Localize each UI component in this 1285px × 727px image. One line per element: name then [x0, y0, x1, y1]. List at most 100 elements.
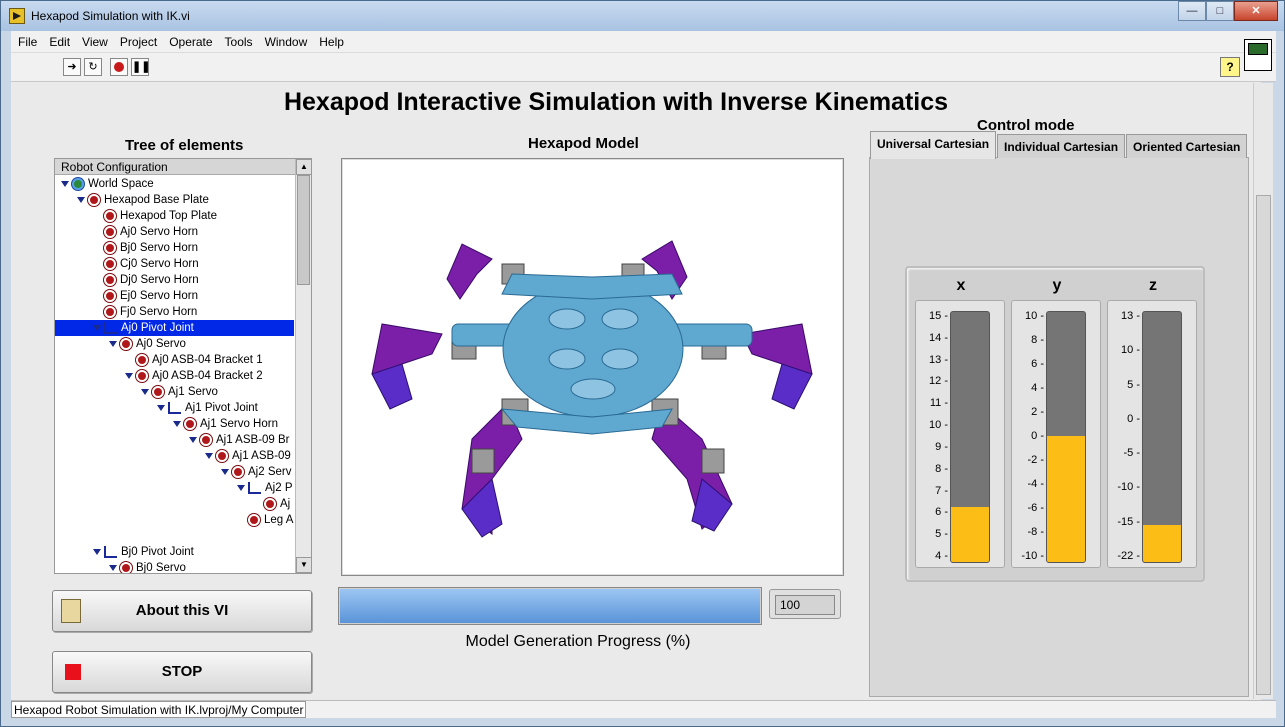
expand-triangle-icon[interactable]: [77, 196, 85, 203]
tree-row[interactable]: Aj0 Pivot Joint: [55, 320, 294, 336]
expand-triangle-icon[interactable]: [221, 468, 229, 475]
menu-file[interactable]: File: [11, 31, 42, 49]
tree-row[interactable]: Hexapod Base Plate: [55, 192, 294, 208]
tree-row-label: Aj2 P: [265, 482, 293, 494]
tab-oriented-cartesian[interactable]: Oriented Cartesian: [1126, 134, 1248, 158]
tree-scrollbar[interactable]: ▲ ▼: [295, 159, 311, 573]
menu-tools[interactable]: Tools: [218, 31, 258, 49]
tree-row[interactable]: Aj0 Servo: [55, 336, 294, 352]
tree-row[interactable]: Fj0 Servo Horn: [55, 304, 294, 320]
title-bar[interactable]: Hexapod Simulation with IK.vi — □ ✕: [1, 1, 1284, 31]
tree-row-label: Aj1 Pivot Joint: [185, 402, 258, 414]
hexapod-3d-model[interactable]: [341, 158, 844, 576]
tree-row[interactable]: Bj0 Servo Horn: [55, 240, 294, 256]
about-button[interactable]: About this VI: [52, 590, 312, 632]
tree-row-label: Hexapod Top Plate: [120, 210, 217, 222]
tree-row[interactable]: Aj: [55, 496, 294, 512]
menu-operate[interactable]: Operate: [162, 31, 217, 49]
tab-universal-cartesian[interactable]: Universal Cartesian: [870, 131, 997, 159]
expand-triangle-icon[interactable]: [125, 372, 133, 379]
close-button[interactable]: ✕: [1234, 1, 1278, 21]
body-node-icon: [136, 369, 148, 382]
model-label: Hexapod Model: [528, 135, 639, 152]
tree-row[interactable]: Aj2 P: [55, 480, 294, 496]
expand-triangle-icon[interactable]: [93, 548, 101, 555]
maximize-button[interactable]: □: [1206, 1, 1234, 21]
expand-triangle-icon[interactable]: [109, 564, 117, 571]
tree-row[interactable]: World Space: [55, 176, 294, 192]
tree-row[interactable]: Aj1 ASB-09 Br: [55, 432, 294, 448]
tree-row[interactable]: Aj0 ASB-04 Bracket 1: [55, 352, 294, 368]
run-continuously-icon[interactable]: ↻: [84, 58, 102, 76]
tree-row[interactable]: Aj1 Servo Horn: [55, 416, 294, 432]
gauge-tick: -5 -: [1123, 447, 1141, 460]
panel-scroll-thumb[interactable]: [1256, 195, 1271, 695]
scroll-down-icon[interactable]: ▼: [296, 557, 311, 573]
expand-triangle-icon[interactable]: [141, 388, 149, 395]
stop-button-label: STOP: [161, 663, 203, 680]
clipboard-icon: [61, 599, 81, 623]
run-arrow-icon[interactable]: ➜: [63, 58, 81, 76]
gauge-tick: 10 -: [1025, 310, 1044, 322]
tree-row-label: Bj0 Servo: [136, 562, 186, 574]
gauge-x: x 15 - 14 - 13 - 12 - 11 - 10 - 9 - 8 - 7 - 6 - 5 -…: [915, 277, 1005, 568]
robot-tree[interactable]: Robot Configuration World Space Hexapod B…: [54, 158, 312, 574]
stop-button[interactable]: STOP: [52, 651, 312, 693]
expand-triangle-icon[interactable]: [205, 452, 213, 459]
expand-triangle-icon[interactable]: [189, 436, 197, 443]
body-node-icon: [88, 193, 100, 206]
gauge-tick: 10 -: [929, 419, 948, 432]
gauge-tick: 13 -: [1121, 310, 1140, 322]
body-node-icon: [184, 417, 196, 430]
menu-project[interactable]: Project: [113, 31, 162, 49]
tree-row[interactable]: Aj0 Servo Horn: [55, 224, 294, 240]
gauge-tick: 12 -: [929, 375, 948, 388]
gauge-fill: [1143, 524, 1181, 562]
tree-row[interactable]: Hexapod Top Plate: [55, 208, 294, 224]
menu-bar: File Edit View Project Operate Tools Window Hel…: [11, 31, 1276, 53]
tree-row-label: Aj0 Servo Horn: [120, 226, 198, 238]
tree-row-label: Bj0 Servo Horn: [120, 242, 198, 254]
scroll-up-icon[interactable]: ▲: [296, 159, 311, 175]
tree-scroll-thumb[interactable]: [297, 175, 310, 285]
progress-value: 100: [775, 595, 835, 615]
gauge-tick: 10 -: [1121, 344, 1140, 357]
tree-row[interactable]: Aj1 Servo: [55, 384, 294, 400]
tree-row[interactable]: Leg A: [55, 512, 294, 528]
tree-row-label: Bj0 Pivot Joint: [121, 546, 194, 558]
tree-row[interactable]: Cj0 Servo Horn: [55, 256, 294, 272]
gauge-tick: 14 -: [929, 331, 948, 344]
minimize-button[interactable]: —: [1178, 1, 1206, 21]
tree-row[interactable]: [55, 528, 294, 544]
tree-row[interactable]: Bj0 Pivot Joint: [55, 544, 294, 560]
tree-row[interactable]: Aj0 ASB-04 Bracket 2: [55, 368, 294, 384]
tree-row[interactable]: Ej0 Servo Horn: [55, 288, 294, 304]
pause-icon[interactable]: ❚❚: [131, 58, 150, 76]
expand-triangle-icon[interactable]: [157, 404, 165, 411]
menu-window[interactable]: Window: [258, 31, 313, 49]
front-panel: Hexapod Interactive Simulation with Inve…: [11, 82, 1261, 702]
expand-triangle-icon[interactable]: [93, 324, 101, 331]
tree-row[interactable]: Aj1 ASB-09: [55, 448, 294, 464]
stop-icon: [65, 664, 81, 680]
joint-axis-icon: [104, 321, 117, 334]
tree-row[interactable]: Aj1 Pivot Joint: [55, 400, 294, 416]
vi-run-icon: [9, 8, 25, 24]
gauge-tick: 8 -: [1031, 334, 1044, 346]
menu-help[interactable]: Help: [312, 31, 349, 49]
abort-icon[interactable]: [110, 58, 128, 76]
tree-row[interactable]: Dj0 Servo Horn: [55, 272, 294, 288]
expand-triangle-icon[interactable]: [237, 484, 245, 491]
context-help-button[interactable]: ?: [1220, 57, 1240, 77]
expand-triangle-icon[interactable]: [173, 420, 181, 427]
expand-triangle-icon[interactable]: [61, 180, 69, 187]
menu-view[interactable]: View: [75, 31, 113, 49]
tab-individual-cartesian[interactable]: Individual Cartesian: [997, 134, 1126, 158]
gauge-tick: 5 -: [935, 528, 948, 541]
tree-row[interactable]: Aj2 Serv: [55, 464, 294, 480]
tree-row[interactable]: Bj0 Servo: [55, 560, 294, 574]
expand-triangle-icon[interactable]: [109, 340, 117, 347]
body-node-icon: [104, 257, 116, 270]
panel-scrollbar[interactable]: [1253, 83, 1273, 699]
menu-edit[interactable]: Edit: [42, 31, 75, 49]
